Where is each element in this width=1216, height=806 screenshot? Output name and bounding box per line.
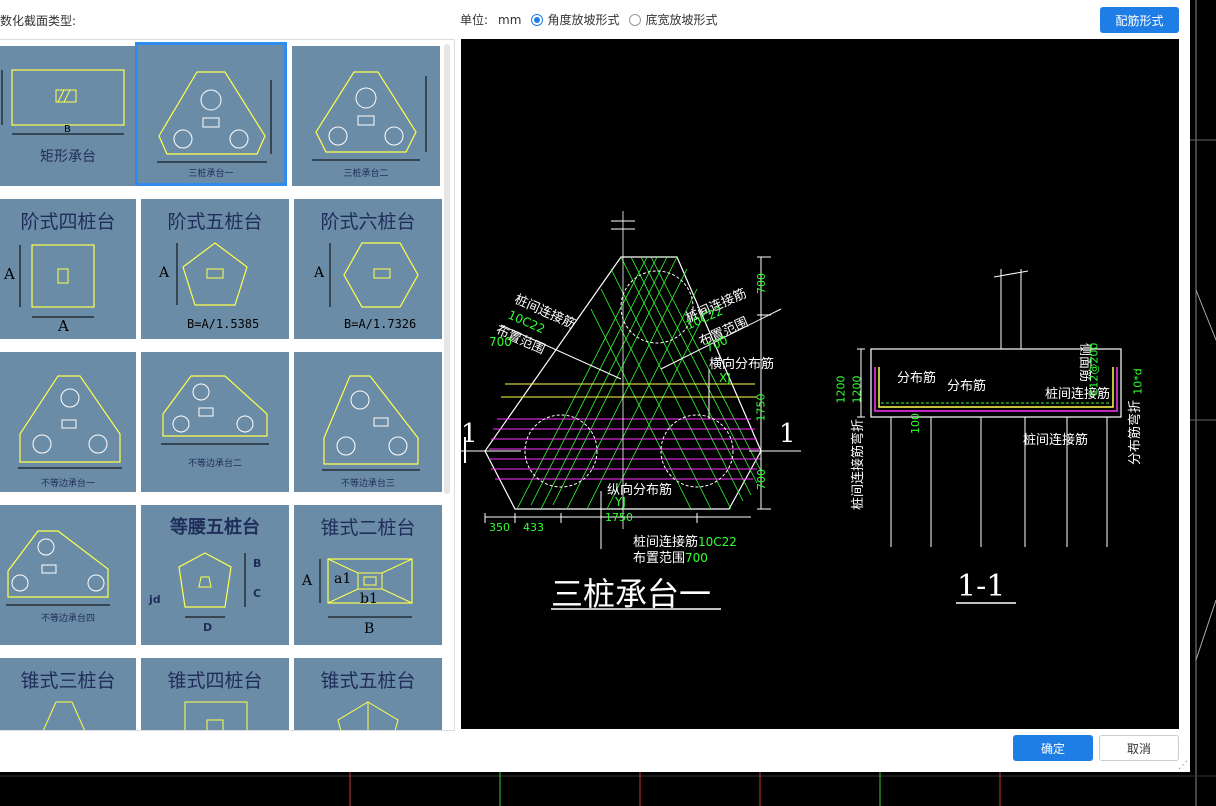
rect-cap-dim: B: [64, 124, 71, 135]
transverse-dist-label: 横向分布筋: [709, 357, 775, 372]
layout-range-val-left: 700: [489, 335, 512, 349]
unit-value: mm: [498, 12, 522, 27]
radio-width-slope[interactable]: 底宽放坡形式: [629, 11, 717, 28]
thumb-uneq-cap-3[interactable]: 不等边承台三: [294, 352, 442, 492]
uneq-cap-2-diagram: [161, 375, 269, 445]
three-pile-cap-1-label: 三桩承台一: [188, 169, 234, 179]
layout-range-bottom-text: 布置范围: [633, 551, 686, 566]
uneq-cap-1-diagram: [18, 375, 122, 469]
radio-width-slope-label: 底宽放坡形式: [645, 13, 718, 27]
section-type-dialog: 数化截面类型: 单位: mm 角度放坡形式 底宽放坡形式 配筋形式 B 矩形承台: [0, 0, 1190, 772]
dim-base-a: 350: [489, 521, 510, 534]
isosceles-five-pile-diagram: [178, 552, 246, 618]
radio-checked-icon: [531, 13, 544, 26]
thumb-uneq-cap-4[interactable]: 不等边承台四: [0, 505, 136, 645]
step-four-pile-dim-b: A: [58, 317, 69, 335]
thumb-three-pile-cap-2[interactable]: 三桩承台二: [292, 46, 440, 186]
dim-top: 700: [755, 273, 768, 294]
cone-two-pile-dim-b: B: [364, 621, 375, 637]
isosceles-five-pile-dim-jd: jd: [149, 593, 161, 606]
cancel-button[interactable]: 取消: [1099, 735, 1179, 761]
section-title: 1-1: [957, 569, 1006, 604]
layout-range-bottom-val: 700: [685, 551, 708, 565]
bend-label: 分布筋弯折: [1128, 399, 1144, 466]
dim-base-c: 1750: [605, 511, 633, 524]
three-pile-cap-2-label: 三桩承台二: [343, 169, 389, 179]
thumb-step-six-pile[interactable]: 阶式六桩台 A B=A/1.7326: [294, 199, 442, 339]
isosceles-five-pile-dim-d: D: [203, 621, 213, 634]
radio-angle-slope-label: 角度放坡形式: [547, 13, 620, 27]
thumb-rect-cap[interactable]: B 矩形承台: [0, 46, 136, 186]
bend-val: 10*d: [1131, 368, 1145, 395]
rebar-form-button[interactable]: 配筋形式: [1100, 7, 1179, 33]
dist-label-2: 分布筋: [947, 379, 987, 394]
section-mark-right: 1: [779, 419, 796, 449]
resize-grip-icon[interactable]: ⋰: [1178, 760, 1188, 771]
uneq-cap-4-label: 不等边承台四: [40, 614, 95, 624]
uneq-cap-1-label: 不等边承台一: [40, 479, 95, 489]
cone-two-pile-dim-a: A: [302, 573, 313, 589]
pile-bend-label: 桩间连接筋弯折: [851, 418, 867, 511]
cad-preview-canvas: 桩间连接筋 10C22 布置范围 700 桩间连接筋 10C22 布置范围 70…: [461, 39, 1179, 729]
three-pile-cap-2-diagram: [312, 71, 427, 161]
layout-range-bottom: 布置范围700: [633, 547, 708, 566]
unit-label: 单位:: [460, 13, 489, 27]
cone-three-pile-diagram: [43, 701, 85, 730]
grid-scrollbar[interactable]: [444, 44, 450, 494]
isosceles-five-pile-dim-c: C: [253, 587, 262, 600]
thumb-uneq-cap-2[interactable]: 不等边承台二: [141, 352, 289, 492]
thumb-three-pile-cap-1[interactable]: 三桩承台一: [135, 42, 287, 186]
dim-mid: 1750: [754, 393, 768, 422]
thumb-cone-three-pile[interactable]: 锥式三桩台: [0, 658, 136, 730]
uneq-cap-3-diagram: [322, 375, 420, 471]
step-four-pile-dim-a: A: [4, 265, 15, 283]
uneq-cap-4-diagram: [6, 530, 110, 606]
thumb-step-four-pile[interactable]: 阶式四桩台 A A: [0, 199, 136, 339]
section-dim-h2: 1200: [850, 375, 864, 404]
side-rebar-spec: C12@200: [1087, 342, 1101, 397]
section-type-label: 数化截面类型:: [0, 14, 77, 28]
cone-two-pile-dim-b1: b1: [360, 591, 378, 607]
thumb-uneq-cap-1[interactable]: 不等边承台一: [0, 352, 136, 492]
step-six-pile-formula: B=A/1.7326: [344, 317, 417, 331]
radio-unchecked-icon: [629, 13, 642, 26]
step-six-pile-dim-a: A: [314, 265, 325, 281]
pile-conn-section-label-2: 桩间连接筋: [1023, 433, 1089, 448]
step-five-pile-formula: B=A/1.5385: [187, 317, 260, 331]
section-thumbnail-grid: B 矩形承台 三桩承台一 三桩承台二 阶式四桩台 A A 阶式五桩台 A B=A…: [0, 39, 455, 731]
unit-row: 单位: mm 角度放坡形式 底宽放坡形式: [460, 11, 717, 28]
three-pile-cap-1-diagram: [157, 71, 272, 163]
step-five-pile-dim-a: A: [159, 265, 170, 281]
section-dim-h1: 1200: [834, 375, 848, 404]
section-mark-left: 1: [461, 419, 478, 449]
radio-angle-slope[interactable]: 角度放坡形式: [531, 11, 619, 28]
drawing-title: 三桩承台一: [551, 575, 712, 613]
uneq-cap-3-label: 不等边承台三: [340, 479, 395, 489]
xj-label: XJ: [719, 371, 731, 385]
dim-bot: 700: [755, 469, 768, 490]
thumb-cone-four-pile[interactable]: 锥式四桩台: [141, 658, 289, 730]
cone-five-pile-diagram: [337, 701, 399, 730]
cone-two-pile-dim-a1: a1: [334, 571, 352, 587]
section-dim-h3: 100: [909, 413, 922, 434]
thumb-cone-five-pile[interactable]: 锥式五桩台: [294, 658, 442, 730]
isosceles-five-pile-dim-b: B: [253, 557, 262, 570]
dist-label-1: 分布筋: [897, 371, 937, 386]
rect-cap-label: 矩形承台: [40, 149, 96, 165]
uneq-cap-2-label: 不等边承台二: [187, 459, 242, 469]
thumb-isosceles-five-pile[interactable]: 等腰五桩台 B C D jd: [141, 505, 289, 645]
thumb-cone-two-pile[interactable]: 锥式二桩台 A a1 b1 B: [294, 505, 442, 645]
dim-base-b: 433: [523, 521, 544, 534]
yj-label: YJ: [615, 495, 626, 509]
thumb-step-five-pile[interactable]: 阶式五桩台 A B=A/1.5385: [141, 199, 289, 339]
ok-button[interactable]: 确定: [1013, 735, 1093, 761]
cone-four-pile-diagram: [184, 701, 248, 730]
